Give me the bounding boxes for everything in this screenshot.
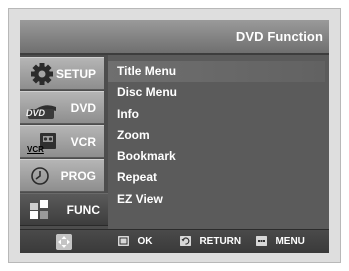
ok-label: OK xyxy=(137,236,153,247)
menu-item-info[interactable]: Info xyxy=(108,104,329,125)
menu-item-repeat[interactable]: Repeat xyxy=(108,167,329,188)
menu-key-icon xyxy=(256,236,267,246)
footer-hints: OK RETURN MENU xyxy=(20,229,329,253)
vcr-logo-text: VCR xyxy=(27,145,44,154)
function-blocks-icon xyxy=(30,200,48,219)
menu-item-title-menu[interactable]: Title Menu xyxy=(108,61,325,83)
enter-key-icon xyxy=(118,236,129,246)
return-key-icon xyxy=(180,236,191,246)
return-label: RETURN xyxy=(199,236,242,247)
menu-item-ez-view[interactable]: EZ View xyxy=(108,189,329,210)
tab-vcr-label: VCR xyxy=(70,135,96,149)
tab-func-label: FUNC xyxy=(66,203,100,217)
menu-item-zoom[interactable]: Zoom xyxy=(108,125,329,146)
sidebar: SETUP DVD DVD VCR VCR PROG FUNC xyxy=(20,55,108,229)
tab-dvd[interactable]: DVD DVD xyxy=(20,91,104,124)
ok-hint: OK xyxy=(118,236,152,248)
menu-hint: MENU xyxy=(256,236,305,248)
tab-vcr[interactable]: VCR VCR xyxy=(20,125,104,158)
tab-setup[interactable]: SETUP xyxy=(20,57,104,90)
page-title: DVD Function xyxy=(235,29,323,44)
clock-icon xyxy=(31,167,49,185)
gear-icon xyxy=(31,63,53,85)
osd-header: DVD Function xyxy=(20,20,329,55)
function-menu-panel: Title Menu Disc Menu Info Zoom Bookmark … xyxy=(108,55,329,229)
return-hint: RETURN xyxy=(180,236,241,248)
function-menu: Title Menu Disc Menu Info Zoom Bookmark … xyxy=(108,61,329,210)
menu-label: MENU xyxy=(275,236,305,247)
tab-prog[interactable]: PROG xyxy=(20,159,104,192)
tab-prog-label: PROG xyxy=(60,169,96,183)
dvd-logo-text: DVD xyxy=(26,108,46,118)
tab-dvd-label: DVD xyxy=(70,101,96,115)
tab-func[interactable]: FUNC xyxy=(20,193,108,226)
menu-item-bookmark[interactable]: Bookmark xyxy=(108,146,329,167)
tab-setup-label: SETUP xyxy=(55,67,96,81)
menu-item-disc-menu[interactable]: Disc Menu xyxy=(108,82,329,103)
osd-screen: DVD Function SETUP DVD DVD VCR VCR PROG … xyxy=(20,20,329,253)
dpad-icon xyxy=(56,234,72,250)
